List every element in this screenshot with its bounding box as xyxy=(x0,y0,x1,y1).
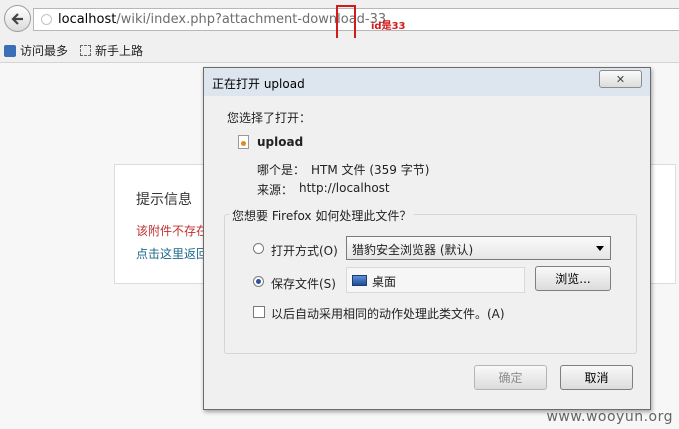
bookmark-getting-started[interactable]: 新手上路 xyxy=(80,42,143,59)
selected-label: 您选择了打开： xyxy=(227,111,312,125)
open-with-select[interactable]: 猎豹安全浏览器 (默认) xyxy=(346,236,611,260)
file-icon xyxy=(238,135,249,149)
watermark: www.wooyun.org xyxy=(546,409,673,425)
save-location-field: 桌面 xyxy=(346,267,525,293)
open-with-value: 猎豹安全浏览器 (默认) xyxy=(352,243,474,257)
back-button[interactable] xyxy=(4,5,31,32)
file-name: upload xyxy=(257,135,304,149)
save-file-radio[interactable] xyxy=(253,276,264,287)
annotation-label: id是33 xyxy=(371,21,406,32)
file-source-value: http://localhost xyxy=(299,181,390,195)
close-button[interactable]: ✕ xyxy=(599,70,642,88)
chevron-down-icon xyxy=(596,246,604,251)
desktop-icon xyxy=(352,275,367,286)
bookmark-label: 访问最多 xyxy=(20,44,69,58)
save-location-text: 桌面 xyxy=(372,275,397,289)
open-with-label[interactable]: 打开方式(O) xyxy=(271,242,338,259)
message-error: 该附件不存在 xyxy=(136,224,209,238)
bookmark-most-visited[interactable]: 访问最多 xyxy=(4,42,68,59)
file-type-value: HTM 文件 (359 字节) xyxy=(311,163,430,177)
file-source-label: 来源： xyxy=(257,183,294,197)
close-icon: ✕ xyxy=(615,72,626,86)
action-group-title: 您想要 Firefox 如何处理此文件？ xyxy=(229,207,415,224)
save-file-label[interactable]: 保存文件(S) xyxy=(271,275,336,292)
open-file-dialog: 正在打开 upload ✕ 您选择了打开： upload 哪个是： HTM 文件… xyxy=(203,67,651,410)
auto-action-label[interactable]: 以后自动采用相同的动作处理此类文件。(A) xyxy=(271,305,505,322)
page-icon xyxy=(80,45,91,56)
ok-button[interactable]: 确定 xyxy=(474,365,547,390)
auto-action-checkbox[interactable] xyxy=(253,306,265,318)
return-link[interactable]: 点击这里返回 xyxy=(136,245,208,262)
bookmark-icon xyxy=(4,44,16,57)
dialog-body: 您选择了打开： upload 哪个是： HTM 文件 (359 字节) 来源： … xyxy=(210,96,644,404)
back-arrow-icon xyxy=(10,12,23,25)
cancel-button[interactable]: 取消 xyxy=(560,365,633,390)
file-type-label: 哪个是： xyxy=(257,163,306,177)
url-bar[interactable]: localhost/wiki/index.php?attachment-down… xyxy=(33,8,679,31)
bookmarks-toolbar: 访问最多 新手上路 xyxy=(0,38,679,63)
message-title: 提示信息 xyxy=(136,192,192,208)
globe-icon xyxy=(41,14,52,25)
navigation-bar: localhost/wiki/index.php?attachment-down… xyxy=(0,0,679,44)
open-with-radio[interactable] xyxy=(253,243,264,254)
dialog-title: 正在打开 upload xyxy=(212,77,305,91)
bookmark-label: 新手上路 xyxy=(95,44,144,58)
browse-button[interactable]: 浏览... xyxy=(535,266,611,291)
